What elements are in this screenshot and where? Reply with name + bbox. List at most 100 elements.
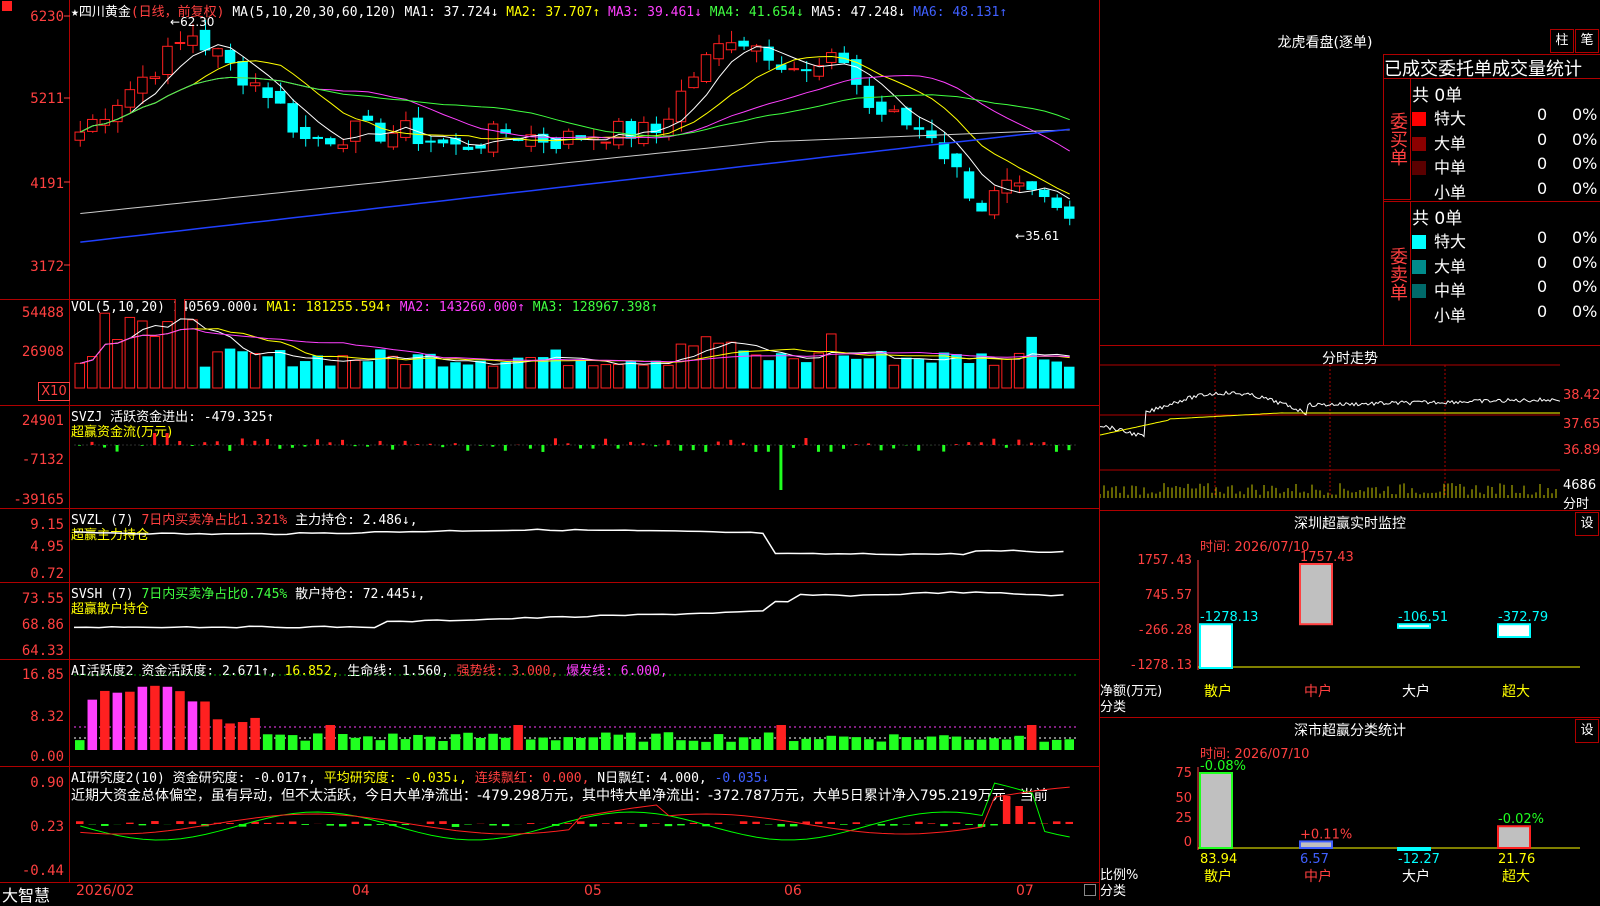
activity-bar bbox=[639, 742, 649, 750]
activity-bar bbox=[225, 723, 235, 750]
volume-bar bbox=[75, 363, 85, 388]
candle-body bbox=[1052, 198, 1062, 207]
ai-research-plot[interactable] bbox=[0, 766, 1100, 882]
activity-bar bbox=[463, 733, 473, 750]
research-bar bbox=[853, 822, 861, 824]
activity-bar bbox=[651, 734, 661, 750]
row-name: 中单 bbox=[1434, 281, 1466, 300]
flow-bar bbox=[692, 445, 695, 450]
candle-body bbox=[451, 138, 461, 144]
volume-pane[interactable]: 54488 26908 X10 VOL(5,10,20) 140569.000↓… bbox=[0, 299, 1100, 406]
activity-bar bbox=[150, 686, 160, 750]
volume-bar bbox=[952, 355, 962, 388]
svzl-pane[interactable]: 9.15 4.95 0.72 SVZL (7) 7日内买卖净占比1.321% 主… bbox=[0, 508, 1100, 583]
volume-bar bbox=[275, 351, 285, 388]
flow-bar bbox=[504, 445, 507, 451]
activity-bar bbox=[488, 734, 498, 750]
volume-bar bbox=[714, 343, 724, 388]
volume-bar bbox=[288, 367, 298, 388]
candle-body bbox=[250, 83, 260, 86]
sz-class-top-label: -0.02% bbox=[1498, 812, 1544, 827]
intraday-panel[interactable]: 分时走势 38.42 37.65 36.89 4686 分时 bbox=[1100, 345, 1600, 511]
row-pct: 0% bbox=[1572, 154, 1597, 173]
volume-bar bbox=[601, 365, 611, 388]
research-bar bbox=[828, 822, 836, 824]
activity-bar bbox=[977, 740, 987, 750]
flow-bar bbox=[391, 445, 394, 450]
legend-swatch bbox=[1412, 161, 1426, 175]
research-bar bbox=[590, 824, 598, 826]
row-value: 0 bbox=[1537, 179, 1547, 198]
legend-swatch bbox=[1412, 309, 1426, 323]
sz-class-value-label: 6.57 bbox=[1300, 852, 1329, 867]
kline-plot[interactable] bbox=[0, 0, 1100, 299]
ma1-line bbox=[80, 45, 1069, 199]
candle-body bbox=[1002, 180, 1012, 193]
ai-research-pane[interactable]: 0.90 0.23 -0.44 AI研究度2(10) 资金研究度: -0.017… bbox=[0, 766, 1100, 883]
sz-class-bar bbox=[1498, 826, 1530, 848]
svzl-plot[interactable] bbox=[0, 508, 1100, 582]
activity-bar bbox=[827, 736, 837, 750]
volume-bar bbox=[188, 320, 198, 388]
main-chart-area[interactable]: 6230 5211 4191 3172 ★四川黄金(日线，前复权) MA(5,1… bbox=[0, 0, 1100, 900]
row-value: 0 bbox=[1537, 302, 1547, 321]
ai-active-plot[interactable] bbox=[0, 659, 1100, 766]
intraday-plot[interactable] bbox=[1100, 345, 1600, 510]
flow-bar bbox=[1017, 440, 1020, 445]
volume-bar bbox=[388, 356, 398, 388]
buy-row-0: 特大00% bbox=[1412, 105, 1600, 129]
candle-body bbox=[175, 42, 185, 43]
candle-body bbox=[476, 145, 486, 148]
activity-bar bbox=[263, 734, 273, 750]
lock-icon[interactable] bbox=[1084, 884, 1096, 896]
flow-bar bbox=[754, 445, 757, 452]
flow-bar bbox=[842, 445, 845, 449]
volume-plot[interactable] bbox=[0, 299, 1100, 405]
flow-bar bbox=[579, 445, 582, 449]
flow-bar bbox=[704, 445, 707, 452]
activity-bar bbox=[551, 740, 561, 750]
ai-active-pane[interactable]: 16.85 8.32 0.00 AI活跃度2 资金活跃度: 2.671↑, 16… bbox=[0, 659, 1100, 767]
row-pct: 0% bbox=[1572, 277, 1597, 296]
row-pct: 0% bbox=[1572, 302, 1597, 321]
sz-monitor-ytick: 745.57 bbox=[1145, 588, 1192, 603]
flow-bar bbox=[729, 440, 732, 445]
svsh-plot[interactable] bbox=[0, 582, 1100, 659]
x-axis: 大智慧 2026/02 04 05 06 07 bbox=[0, 882, 1100, 900]
legend-swatch bbox=[1412, 112, 1426, 126]
sz-class-category: 大户 bbox=[1402, 868, 1430, 885]
candle-body bbox=[726, 43, 736, 50]
svzj-plot[interactable] bbox=[0, 405, 1100, 508]
volume-bar bbox=[776, 354, 786, 388]
flow-bar bbox=[617, 445, 620, 449]
sz-class-ytick: 50 bbox=[1175, 791, 1192, 806]
research-bar bbox=[777, 824, 785, 827]
svsh-pane[interactable]: 73.55 68.86 64.33 SVSH (7) 7日内买卖净占比0.745… bbox=[0, 582, 1100, 660]
candle-body bbox=[288, 104, 298, 132]
volume-bar bbox=[1002, 359, 1012, 388]
sz-class-top-label: +0.11% bbox=[1300, 827, 1352, 842]
sz-class-bar bbox=[1398, 848, 1430, 850]
research-bar bbox=[364, 824, 372, 826]
svzj-pane[interactable]: 24901 -7132 -39165 SVZJ 活跃资金进出: -479.325… bbox=[0, 405, 1100, 509]
activity-bar bbox=[576, 738, 586, 750]
flow-bar bbox=[291, 445, 294, 448]
bar-mode-button[interactable]: 柱 bbox=[1550, 29, 1574, 53]
volume-bar bbox=[313, 356, 323, 388]
volume-bar bbox=[238, 352, 248, 388]
activity-bar bbox=[451, 734, 461, 750]
kline-pane[interactable]: 6230 5211 4191 3172 ★四川黄金(日线，前复权) MA(5,1… bbox=[0, 0, 1100, 300]
research-line bbox=[80, 783, 1069, 840]
volume-bar bbox=[839, 356, 849, 388]
volume-bar bbox=[989, 365, 999, 388]
flow-bar bbox=[379, 441, 382, 445]
row-pct: 0% bbox=[1572, 228, 1597, 247]
volume-bar bbox=[300, 362, 310, 388]
sz-class-chart: 7550250-0.08%83.94散户+0.11%6.57中户-12.27大户… bbox=[1100, 717, 1600, 900]
buy-total: 共 0单 bbox=[1412, 81, 1462, 106]
research-bar bbox=[139, 824, 147, 825]
dragon-panel: 龙虎看盘(逐单) 柱 笔 已成交委托单成交量统计 委买单 共 0单 特大00%大… bbox=[1100, 0, 1600, 346]
research-bar bbox=[740, 821, 748, 824]
dragon-divider bbox=[1384, 201, 1600, 202]
tick-mode-button[interactable]: 笔 bbox=[1575, 29, 1599, 53]
